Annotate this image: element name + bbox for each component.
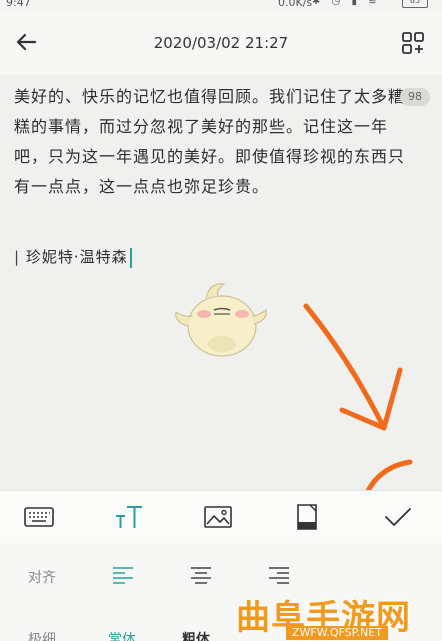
note-content[interactable]: 美好的、快乐的记忆也值得回顾。我们记住了太多糟糕的事情，而过分忽视了美好的那些。… <box>0 74 442 490</box>
keyboard-button[interactable] <box>19 499 59 535</box>
signature-bar-left: | <box>14 248 26 266</box>
signature-text: 珍妮特·温特森 <box>25 248 128 266</box>
watermark-url: ZWFW.QFSP.NET <box>286 626 388 640</box>
insert-image-button[interactable] <box>198 499 238 535</box>
paper-background-icon <box>297 504 317 530</box>
chick-sticker[interactable] <box>168 274 274 366</box>
align-right-icon <box>269 567 289 584</box>
weight-option-bold[interactable]: 粗体 <box>182 629 210 641</box>
text-size-icon <box>116 506 142 528</box>
align-left-icon <box>113 567 133 584</box>
battery-icon: 85 <box>402 0 428 8</box>
alignment-label: 对齐 <box>28 570 56 586</box>
status-time: 9:47 <box>6 0 31 9</box>
align-center-icon <box>191 567 211 584</box>
done-button[interactable] <box>378 499 418 535</box>
text-style-button[interactable] <box>108 499 148 535</box>
align-left-button[interactable] <box>108 561 138 589</box>
align-right-button[interactable] <box>264 561 294 589</box>
weight-option-thin[interactable]: 极细 <box>28 629 56 641</box>
background-button[interactable] <box>287 499 327 535</box>
align-center-button[interactable] <box>186 561 216 589</box>
grid-add-icon <box>402 32 424 54</box>
more-options-button[interactable] <box>398 28 428 58</box>
checkmark-icon <box>385 508 411 526</box>
site-watermark: 曲阜手游网 ZWFW.QFSP.NET <box>230 590 442 641</box>
status-bar: 9:47 0.0K/s ✱ ◷ ▮ ≋ 85 <box>0 0 442 12</box>
note-body-text[interactable]: 美好的、快乐的记忆也值得回顾。我们记住了太多糟糕的事情，而过分忽视了美好的那些。… <box>14 82 418 202</box>
status-icons: ✱ ◷ ▮ ≋ <box>312 0 381 7</box>
weight-option-regular[interactable]: 常体 <box>108 629 136 641</box>
note-datetime: 2020/03/02 21:27 <box>153 34 289 52</box>
keyboard-icon <box>24 507 54 527</box>
header: 2020/03/02 21:27 <box>0 12 442 74</box>
text-cursor <box>129 247 132 268</box>
network-speed: 0.0K/s <box>278 0 313 9</box>
editor-toolbar <box>0 490 442 544</box>
image-icon <box>204 506 232 528</box>
word-count-badge: 98 <box>400 88 430 106</box>
note-signature[interactable]: | 珍妮特·温特森 <box>14 246 132 268</box>
